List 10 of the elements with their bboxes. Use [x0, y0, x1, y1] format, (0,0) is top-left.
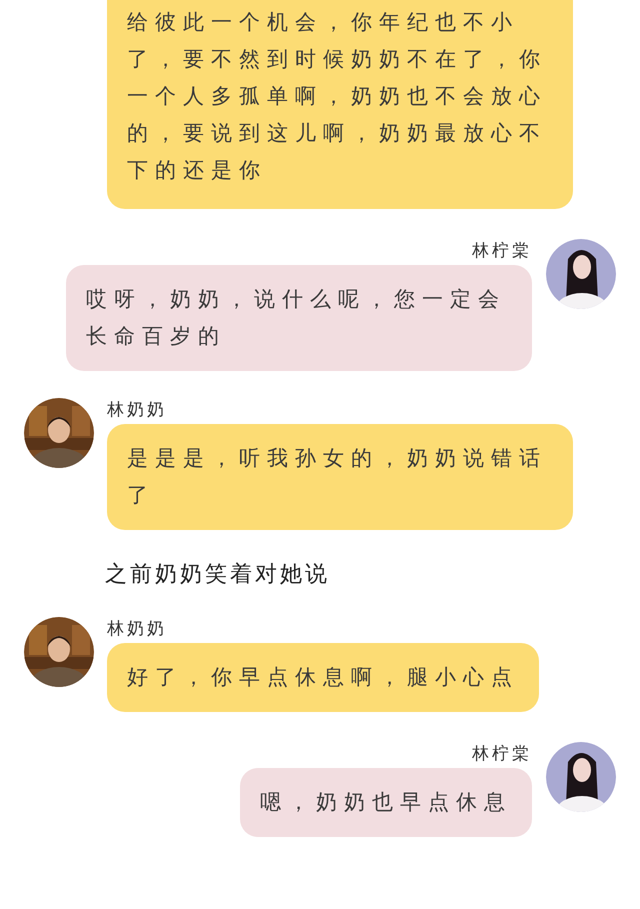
- narration-text: 之前奶奶笑着对她说: [104, 561, 331, 589]
- message-bubble: 嗯，奶奶也早点休息: [240, 768, 532, 837]
- message-bubble: 哎呀，奶奶，说什么呢，您一定会长命百岁的: [66, 265, 532, 371]
- sender-name: 林奶奶: [107, 618, 168, 641]
- message-bubble: 是是是，听我孙女的，奶奶说错话了: [107, 424, 573, 530]
- sender-name: 林柠棠: [472, 743, 532, 766]
- message-bubble: 给彼此一个机会，你年纪也不小了，要不然到时候奶奶不在了，你一个人多孤单啊，奶奶也不会放心的，要说到这儿啊，奶奶最放心不下的还是你: [107, 0, 573, 209]
- message-bubble: 好了，你早点休息啊，腿小心点: [107, 643, 539, 712]
- sender-name: 林柠棠: [472, 240, 532, 263]
- sender-name: 林奶奶: [107, 399, 168, 422]
